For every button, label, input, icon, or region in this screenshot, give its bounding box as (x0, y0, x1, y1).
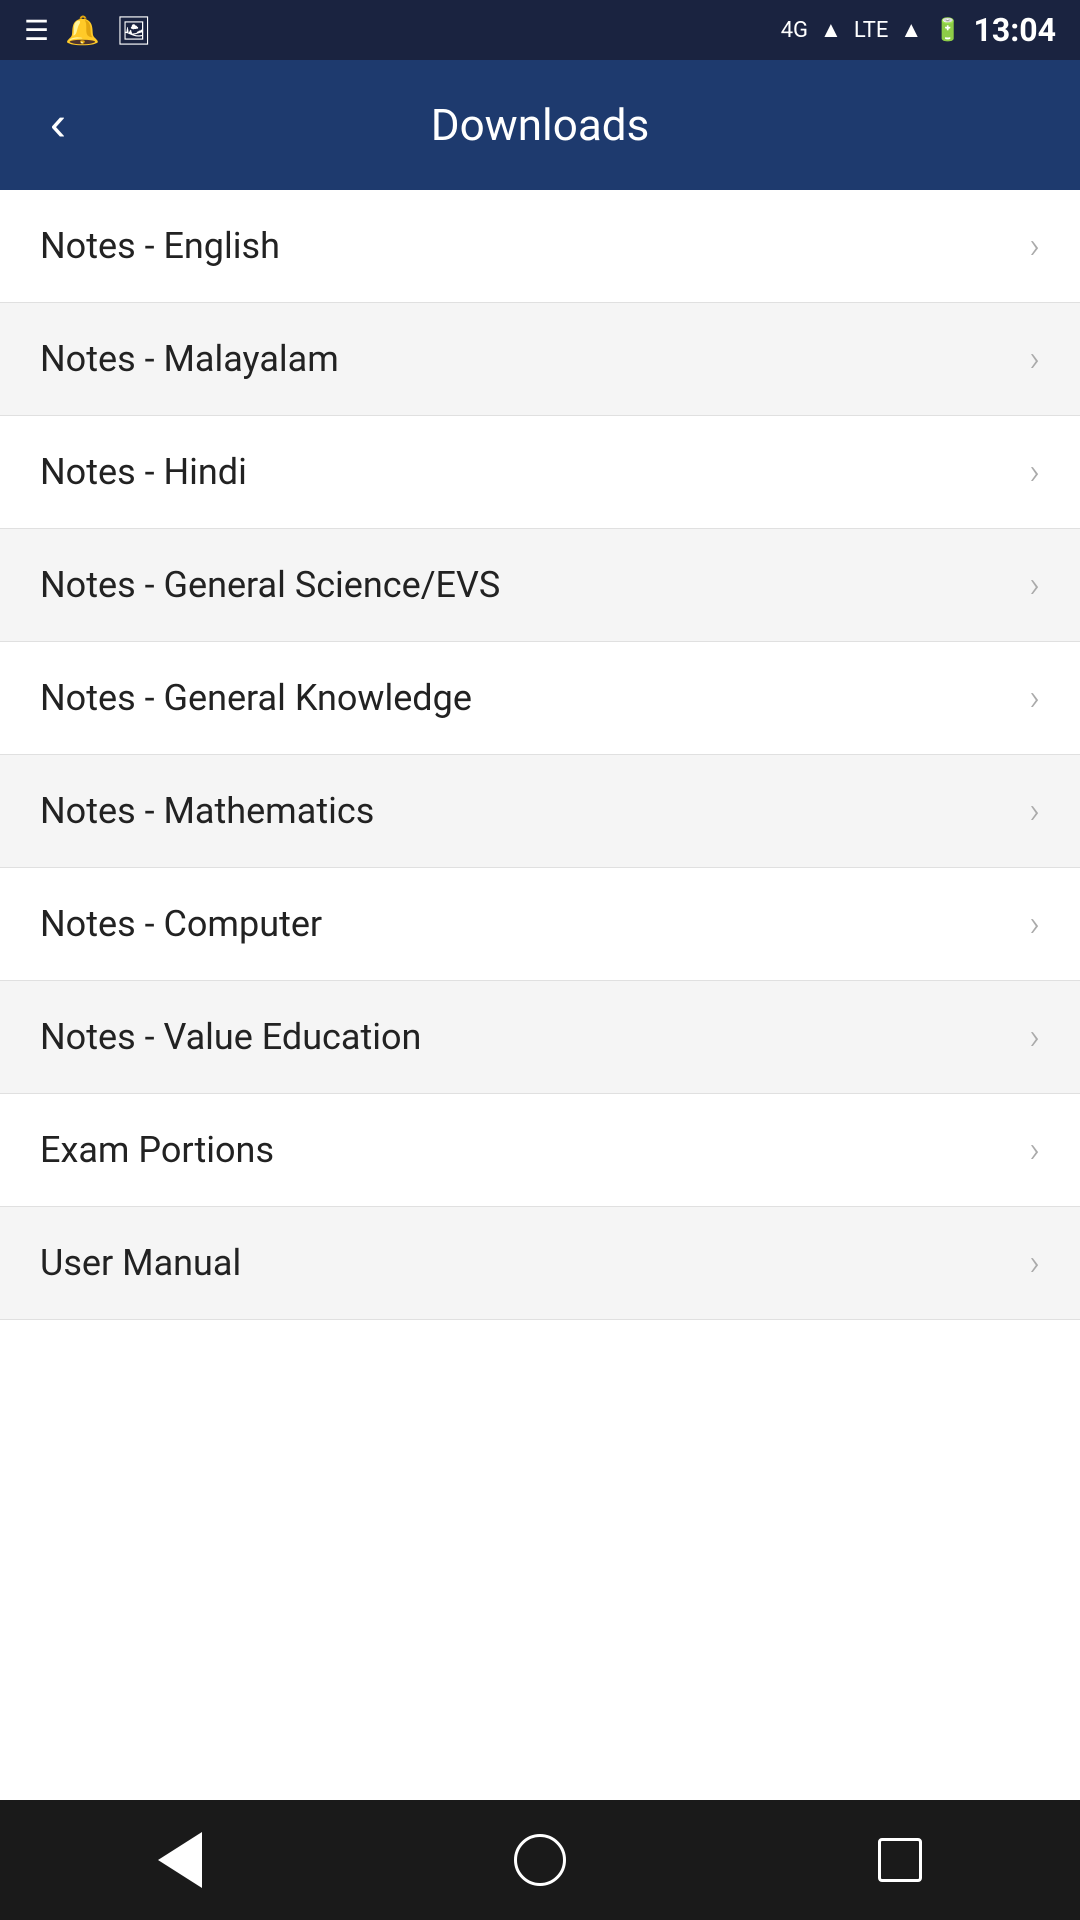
list-item[interactable]: Notes - Computer › (0, 868, 1080, 981)
system-back-button[interactable] (130, 1810, 230, 1910)
list-item[interactable]: Notes - General Knowledge › (0, 642, 1080, 755)
chevron-right-icon: › (1029, 564, 1040, 606)
list-item[interactable]: Notes - Mathematics › (0, 755, 1080, 868)
back-triangle-icon (158, 1832, 202, 1888)
list-item[interactable]: Notes - Hindi › (0, 416, 1080, 529)
recents-square-icon (878, 1838, 922, 1882)
chevron-right-icon: › (1029, 1129, 1040, 1171)
list-item[interactable]: Exam Portions › (0, 1094, 1080, 1207)
back-chevron-icon: ‹ (50, 98, 66, 151)
list-item-label: User Manual (40, 1242, 241, 1284)
image-icon: 🖼 (116, 14, 152, 47)
chevron-right-icon: › (1029, 225, 1040, 267)
chevron-right-icon: › (1029, 677, 1040, 719)
list-item-label: Notes - Hindi (40, 451, 247, 493)
signal-bars-icon: ▲ (820, 17, 842, 43)
chevron-right-icon: › (1029, 451, 1040, 493)
chevron-right-icon: › (1029, 338, 1040, 380)
list-item-label: Notes - Computer (40, 903, 322, 945)
signal-4g-icon: 4G (781, 18, 808, 43)
list-item-label: Exam Portions (40, 1129, 274, 1171)
list-item-label: Notes - General Science/EVS (40, 564, 500, 606)
list-item[interactable]: User Manual › (0, 1207, 1080, 1320)
list-item[interactable]: Notes - English › (0, 190, 1080, 303)
chevron-right-icon: › (1029, 903, 1040, 945)
lte-icon: LTE (854, 18, 889, 43)
chevron-right-icon: › (1029, 1016, 1040, 1058)
status-bar-right: 4G ▲ LTE ▲ 🔋 13:04 (781, 11, 1056, 49)
menu-icon: ☰ (24, 14, 49, 47)
header: ‹ Downloads (0, 60, 1080, 190)
list-item[interactable]: Notes - Value Education › (0, 981, 1080, 1094)
system-recents-button[interactable] (850, 1810, 950, 1910)
page-title: Downloads (431, 99, 650, 151)
back-button[interactable]: ‹ (40, 91, 76, 159)
chevron-right-icon: › (1029, 790, 1040, 832)
signal-bars-2-icon: ▲ (900, 17, 922, 43)
status-bar-left: ☰ 🔔 🖼 (24, 14, 152, 47)
list-item-label: Notes - Value Education (40, 1016, 421, 1058)
list-item-label: Notes - Malayalam (40, 338, 339, 380)
downloads-list: Notes - English›Notes - Malayalam›Notes … (0, 190, 1080, 1800)
bell-icon: 🔔 (65, 14, 100, 47)
list-item-label: Notes - Mathematics (40, 790, 374, 832)
list-item-label: Notes - English (40, 225, 280, 267)
list-item-label: Notes - General Knowledge (40, 677, 472, 719)
system-home-button[interactable] (490, 1810, 590, 1910)
status-time: 13:04 (974, 11, 1056, 49)
status-bar: ☰ 🔔 🖼 4G ▲ LTE ▲ 🔋 13:04 (0, 0, 1080, 60)
home-circle-icon (514, 1834, 566, 1886)
bottom-nav-bar (0, 1800, 1080, 1920)
battery-icon: 🔋 (934, 18, 961, 43)
chevron-right-icon: › (1029, 1242, 1040, 1284)
list-item[interactable]: Notes - Malayalam › (0, 303, 1080, 416)
list-item[interactable]: Notes - General Science/EVS › (0, 529, 1080, 642)
